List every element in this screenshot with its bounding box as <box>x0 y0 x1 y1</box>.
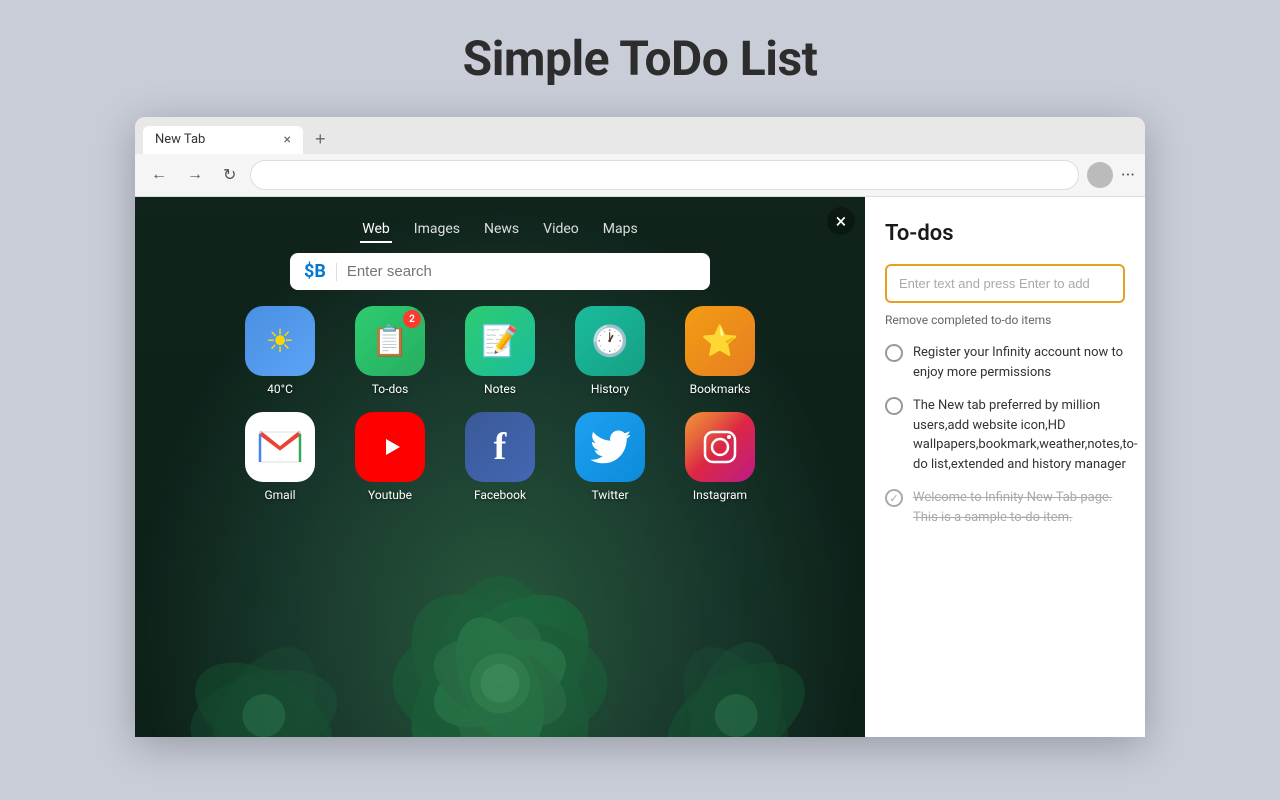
todo-text-1: Register your Infinity account now to en… <box>913 343 1125 382</box>
app-icon-instagram[interactable]: Instagram <box>675 412 765 502</box>
gmail-icon-img <box>245 412 315 482</box>
history-label: History <box>591 382 629 396</box>
instagram-label: Instagram <box>693 488 747 502</box>
app-icon-youtube[interactable]: Youtube <box>345 412 435 502</box>
app-icon-todos[interactable]: 2 📋 To-dos <box>345 306 435 396</box>
search-tab-web[interactable]: Web <box>360 217 392 243</box>
todo-checkbox-1[interactable] <box>885 344 903 362</box>
history-icon-img: 🕐 <box>575 306 645 376</box>
todo-text-3: Welcome to Infinity New Tab page. This i… <box>913 488 1125 527</box>
weather-icon-img: ☀ <box>245 306 315 376</box>
search-tabs: Web Images News Video Maps <box>360 217 639 243</box>
app-icon-gmail[interactable]: Gmail <box>235 412 325 502</box>
gmail-label: Gmail <box>264 488 295 502</box>
search-tab-news[interactable]: News <box>482 217 521 243</box>
app-icon-weather[interactable]: ☀ 40°C <box>235 306 325 396</box>
new-tab-button[interactable]: + <box>307 125 334 154</box>
todos-icon-img: 2 📋 <box>355 306 425 376</box>
tab-close-button[interactable]: × <box>284 132 291 148</box>
page-title: Simple ToDo List <box>463 30 818 87</box>
app-icon-twitter[interactable]: Twitter <box>565 412 655 502</box>
user-avatar <box>1087 162 1113 188</box>
youtube-label: Youtube <box>368 488 412 502</box>
browser-window: New Tab × + ← → ↻ ··· <box>135 117 1145 737</box>
app-icon-bookmarks[interactable]: ⭐ Bookmarks <box>675 306 765 396</box>
search-area: Web Images News Video Maps $B <box>135 217 865 290</box>
address-bar[interactable] <box>250 160 1078 190</box>
notes-label: Notes <box>484 382 516 396</box>
bing-logo: $B <box>304 261 326 282</box>
todo-item-2: The New tab preferred by million users,a… <box>885 396 1125 474</box>
search-divider <box>336 263 337 281</box>
todo-panel-title: To-dos <box>885 221 1125 246</box>
back-button[interactable]: ← <box>145 164 173 186</box>
todo-panel: To-dos Remove completed to-do items Regi… <box>865 197 1145 737</box>
search-box: $B <box>290 253 710 290</box>
facebook-label: Facebook <box>474 488 526 502</box>
tab-label: New Tab <box>155 132 205 147</box>
todo-checkbox-2[interactable] <box>885 397 903 415</box>
overlay-close-button[interactable]: × <box>827 207 855 235</box>
search-input[interactable] <box>347 263 696 280</box>
todo-input[interactable] <box>885 264 1125 303</box>
reload-button[interactable]: ↻ <box>217 163 242 187</box>
app-icon-history[interactable]: 🕐 History <box>565 306 655 396</box>
bookmarks-label: Bookmarks <box>690 382 751 396</box>
twitter-icon-img <box>575 412 645 482</box>
todos-label: To-dos <box>372 382 409 396</box>
todos-badge: 2 <box>403 310 421 328</box>
instagram-icon-img <box>685 412 755 482</box>
notes-icon-img: 📝 <box>465 306 535 376</box>
youtube-icon-img <box>355 412 425 482</box>
todo-text-2: The New tab preferred by million users,a… <box>913 396 1138 474</box>
browser-tabs-bar: New Tab × + <box>135 117 1145 154</box>
weather-label: 40°C <box>267 382 293 396</box>
bookmarks-icon-img: ⭐ <box>685 306 755 376</box>
app-icon-facebook[interactable]: f Facebook <box>455 412 545 502</box>
search-tab-images[interactable]: Images <box>412 217 462 243</box>
todo-item-1: Register your Infinity account now to en… <box>885 343 1125 382</box>
remove-completed-button[interactable]: Remove completed to-do items <box>885 313 1125 327</box>
browser-menu-button[interactable]: ··· <box>1121 165 1135 186</box>
search-tab-video[interactable]: Video <box>541 217 581 243</box>
todo-item-3: Welcome to Infinity New Tab page. This i… <box>885 488 1125 527</box>
new-tab-page: × Web Images News Video Maps $B <box>135 197 865 737</box>
browser-content: × Web Images News Video Maps $B <box>135 197 1145 737</box>
app-icon-notes[interactable]: 📝 Notes <box>455 306 545 396</box>
search-tab-maps[interactable]: Maps <box>601 217 640 243</box>
app-icons-grid: ☀ 40°C 2 📋 To-dos 📝 Notes <box>215 306 785 502</box>
browser-nav-bar: ← → ↻ ··· <box>135 154 1145 197</box>
active-tab[interactable]: New Tab × <box>143 126 303 154</box>
twitter-label: Twitter <box>591 488 628 502</box>
forward-button[interactable]: → <box>181 164 209 186</box>
todo-checkbox-3[interactable] <box>885 489 903 507</box>
facebook-icon-img: f <box>465 412 535 482</box>
